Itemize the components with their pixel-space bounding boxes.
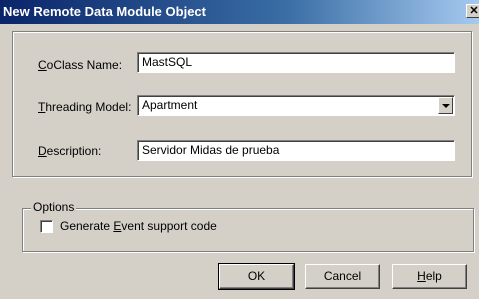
chevron-down-icon[interactable] <box>438 97 453 114</box>
help-button[interactable]: Help <box>392 264 467 289</box>
window-title: New Remote Data Module Object <box>3 4 206 19</box>
threading-model-value: Apartment <box>142 98 198 112</box>
options-legend: Options <box>31 200 77 214</box>
generate-event-support-checkbox[interactable] <box>40 220 53 233</box>
threading-model-select[interactable]: Apartment <box>137 95 455 116</box>
threading-model-label: Threading Model: <box>38 100 132 114</box>
description-input[interactable]: Servidor Midas de prueba <box>137 140 455 161</box>
cancel-button[interactable]: Cancel <box>305 264 380 289</box>
close-icon: ✕ <box>469 5 479 17</box>
coclass-name-label: CoClass Name: <box>38 58 123 72</box>
generate-event-support-label[interactable]: Generate Event support code <box>60 219 217 233</box>
description-label: Description: <box>38 144 102 158</box>
title-bar: New Remote Data Module Object ✕ <box>0 0 479 24</box>
ok-button[interactable]: OK <box>218 263 295 290</box>
close-button[interactable]: ✕ <box>466 4 479 18</box>
coclass-name-input[interactable]: MastSQL <box>137 52 455 73</box>
